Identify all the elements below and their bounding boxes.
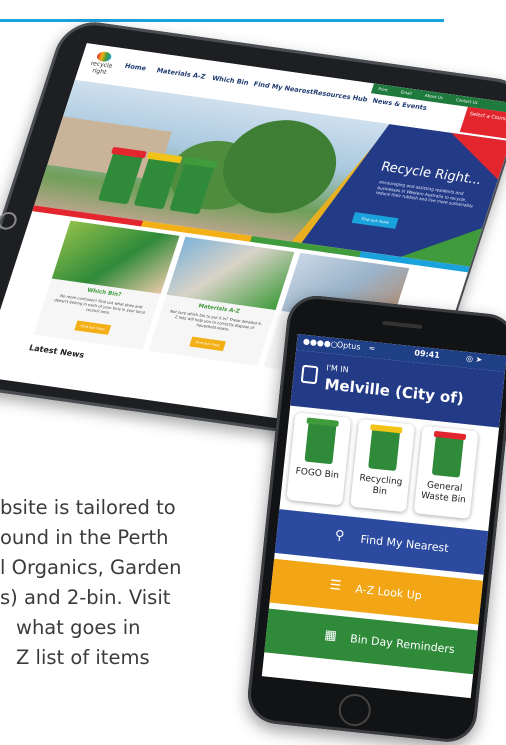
body-line: l Organics, Garden bbox=[0, 556, 182, 579]
bin-label: FOGO Bin bbox=[295, 466, 340, 482]
nav-which-bin[interactable]: Which Bin bbox=[211, 74, 250, 87]
im-in-label: I'M IN bbox=[325, 363, 350, 375]
bin-label: General Waste Bin bbox=[420, 480, 467, 506]
map-pin-icon: ⚲ bbox=[334, 528, 346, 544]
body-line: ound in the Perth bbox=[0, 526, 169, 549]
util-email[interactable]: Email bbox=[400, 89, 413, 95]
phone-speaker bbox=[382, 320, 423, 329]
bin-card-general[interactable]: General Waste Bin bbox=[413, 425, 479, 519]
find-nearest-label: Find My Nearest bbox=[359, 532, 450, 555]
nav-find-nearest[interactable]: Find My Nearest bbox=[253, 80, 315, 96]
logo-label: recycle right bbox=[89, 60, 114, 77]
bin-day-label: Bin Day Reminders bbox=[349, 632, 456, 657]
card-photo bbox=[166, 236, 295, 311]
nav-resources[interactable]: Resources Hub bbox=[312, 88, 369, 103]
status-time: 09:41 bbox=[413, 348, 441, 360]
bin-label: Recycling Bin bbox=[358, 473, 403, 498]
bin-card-recycling[interactable]: Recycling Bin bbox=[350, 418, 415, 513]
recycle-right-logo[interactable]: recycle right bbox=[85, 50, 119, 79]
phone-home-button[interactable] bbox=[337, 692, 373, 728]
card-button[interactable]: Find out more bbox=[74, 320, 112, 335]
location-icon: ◎ ➤ bbox=[465, 353, 483, 365]
az-lookup-label: A-Z Look Up bbox=[354, 582, 423, 603]
carrier-label: Optus bbox=[336, 340, 361, 352]
recycling-bin-icon bbox=[368, 424, 403, 472]
council-name: Melville (City of) bbox=[323, 375, 465, 408]
phone-screen: ●●●●○ Optus ≈ 09:41 ◎ ➤ I'M IN Melville … bbox=[261, 334, 506, 699]
council-location-icon bbox=[300, 364, 319, 385]
tablet-home-button[interactable] bbox=[0, 210, 20, 231]
util-print[interactable]: Print bbox=[378, 86, 389, 92]
bin-cards: FOGO Bin Recycling Bin General Waste Bin bbox=[280, 412, 506, 529]
wifi-icon: ≈ bbox=[368, 343, 376, 354]
signal-icon: ●●●●○ bbox=[302, 336, 339, 350]
bin-card-fogo[interactable]: FOGO Bin bbox=[286, 412, 352, 506]
body-line: bsite is tailored to bbox=[0, 496, 176, 519]
top-rule bbox=[0, 19, 444, 22]
util-about[interactable]: About Us bbox=[424, 93, 444, 100]
general-waste-bin-icon bbox=[431, 430, 467, 478]
nav-materials[interactable]: Materials A-Z bbox=[155, 66, 206, 81]
nav-home[interactable]: Home bbox=[124, 62, 147, 73]
calendar-icon: ▦ bbox=[323, 627, 338, 644]
card-button[interactable]: Find out more bbox=[189, 336, 227, 352]
body-line: s) and 2-bin. Visit bbox=[0, 586, 171, 609]
phone-device: ●●●●○ Optus ≈ 09:41 ◎ ➤ I'M IN Melville … bbox=[245, 293, 506, 745]
card-photo bbox=[51, 220, 180, 294]
list-icon: ☰ bbox=[328, 577, 343, 594]
latest-news-heading: Latest News bbox=[27, 343, 86, 360]
fogo-bin-icon bbox=[304, 417, 339, 465]
util-contact[interactable]: Contact Us bbox=[455, 97, 478, 105]
